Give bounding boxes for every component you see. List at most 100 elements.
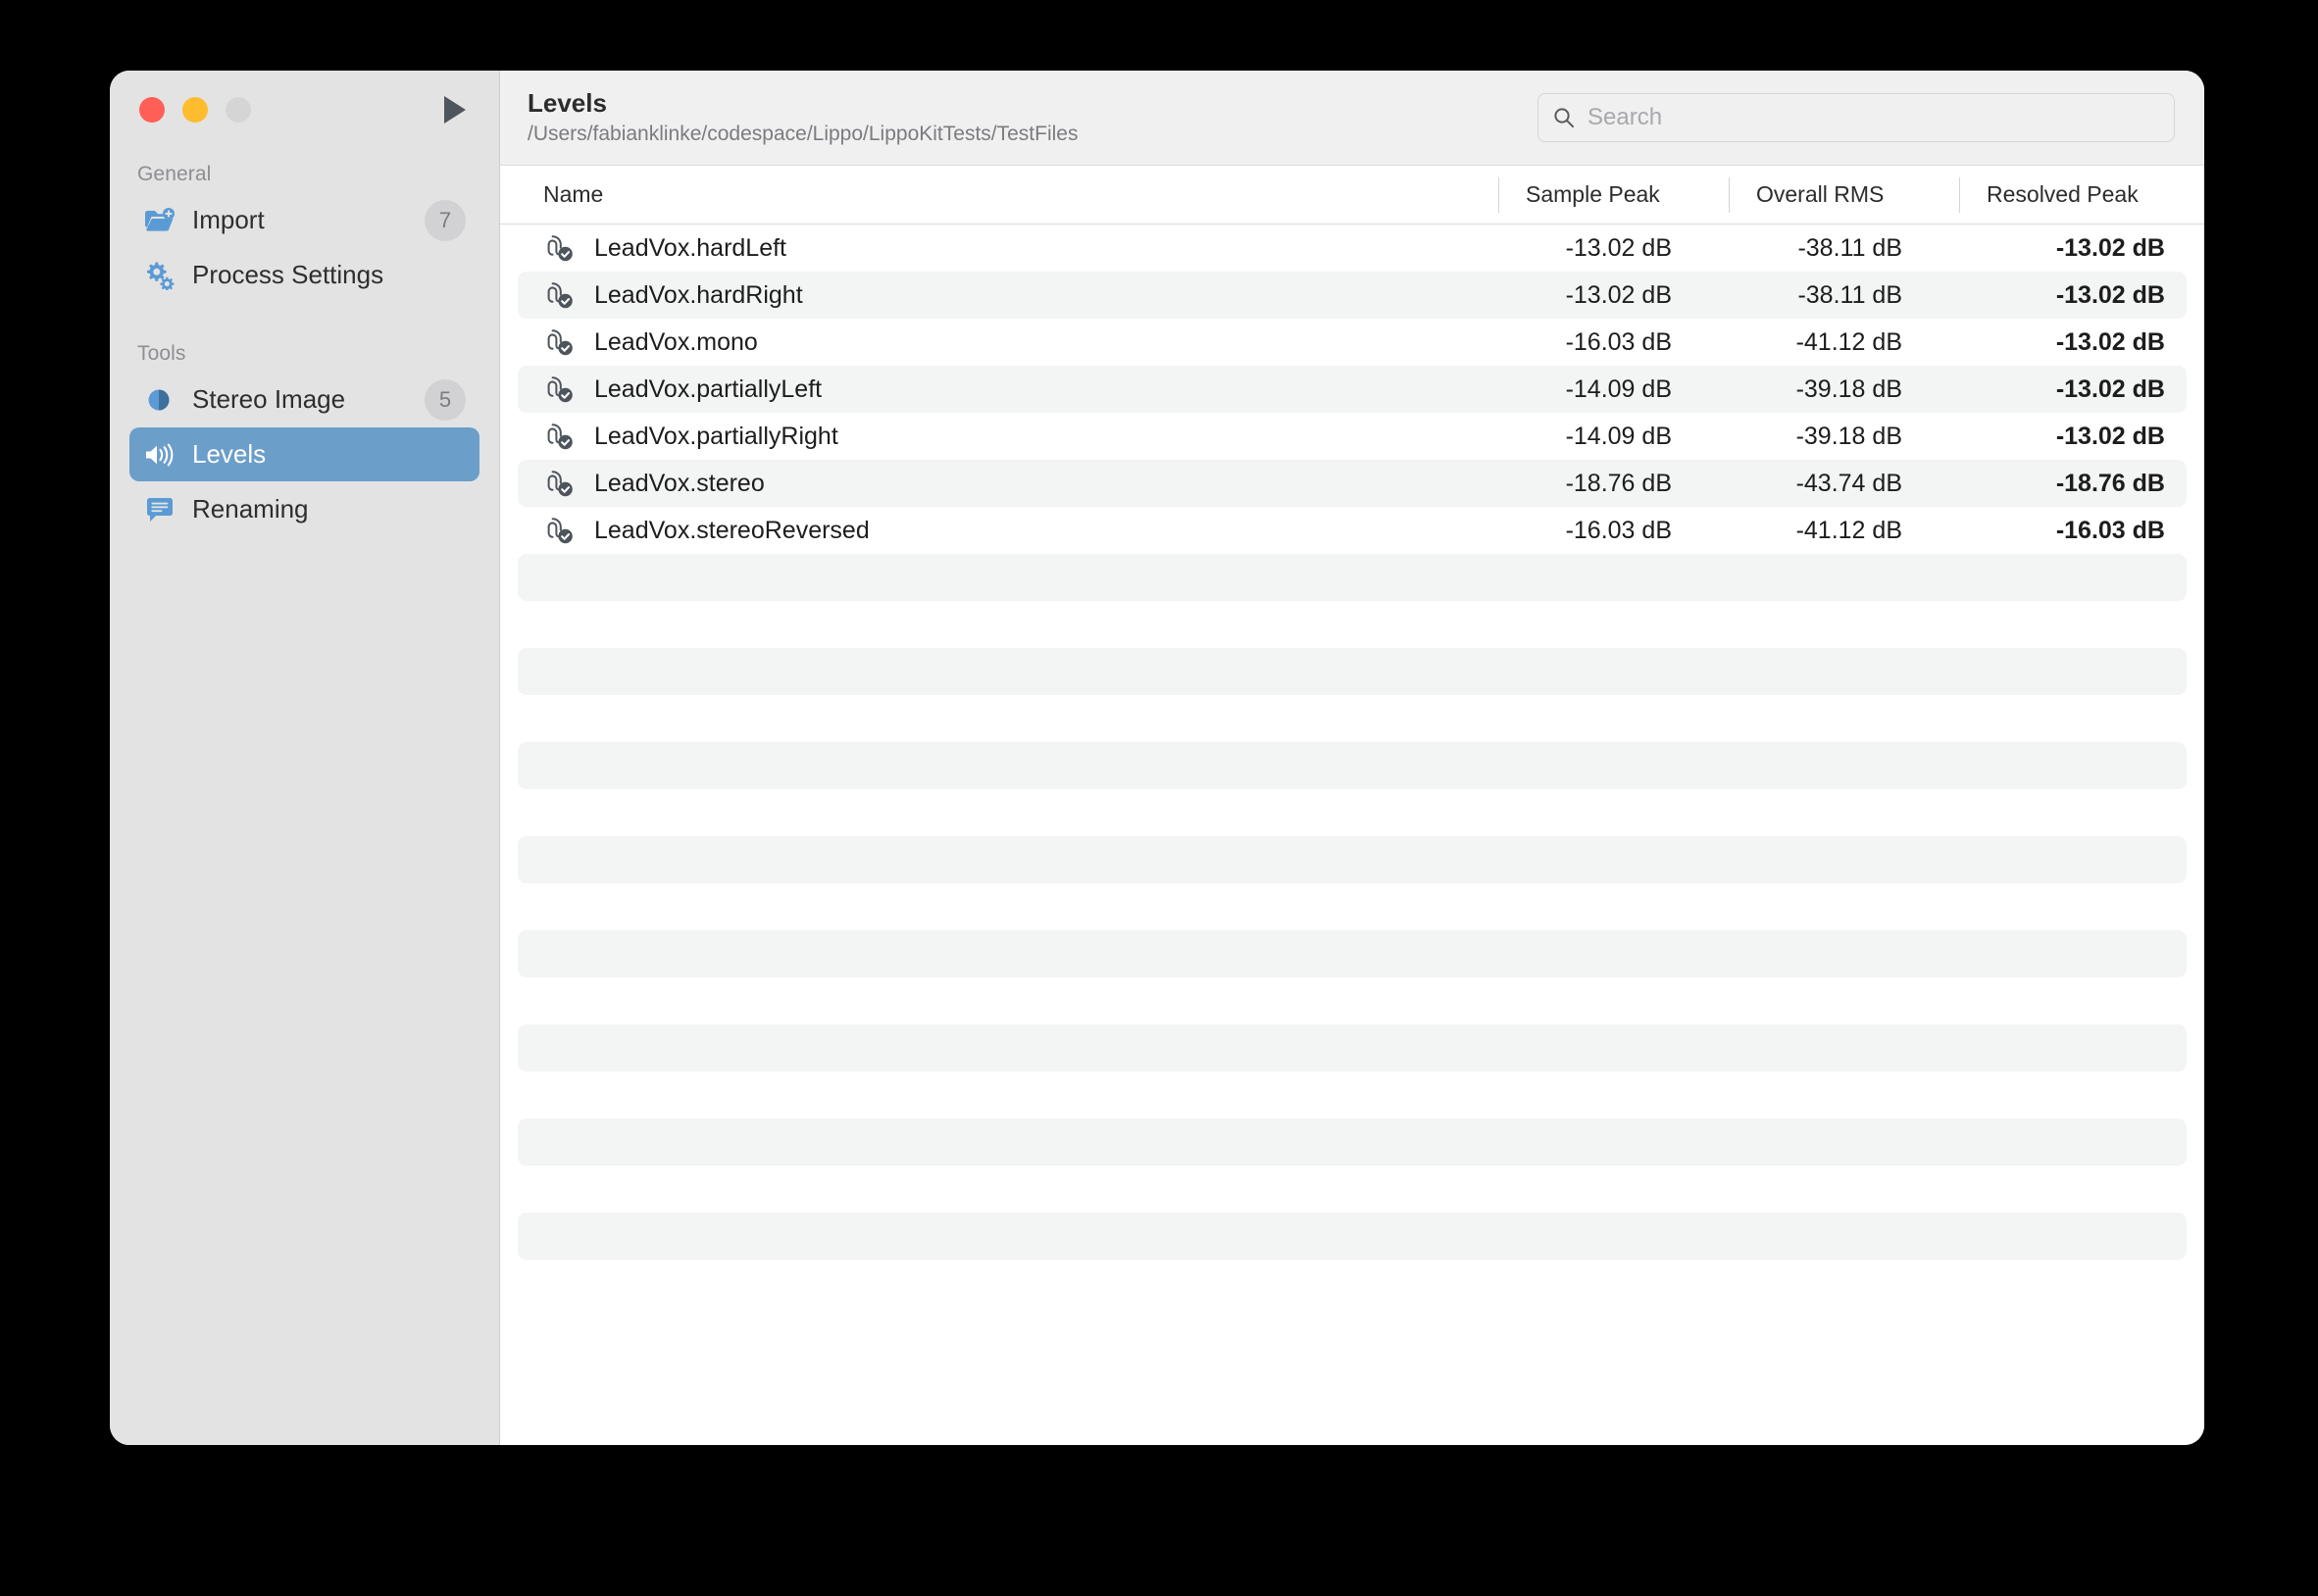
speaker-waves-icon [143,439,176,471]
column-header-overall-rms[interactable]: Overall RMS [1729,166,1959,224]
table-row[interactable]: LeadVox.hardLeft -13.02 dB -38.11 dB -13.02… [518,224,2187,272]
traffic-lights [139,97,251,123]
audio-file-checked-icon [543,515,577,546]
sidebar-item-label: Stereo Image [192,384,346,414]
cell-resolved-peak: -13.02 dB [2055,422,2165,450]
cell-resolved-peak: -16.03 dB [2055,516,2165,544]
audio-file-checked-icon [543,279,577,311]
table-row-placeholder [518,1119,2187,1166]
cell-name: LeadVox.hardLeft [529,232,1481,264]
file-name: LeadVox.hardRight [594,280,803,309]
cell-name: LeadVox.partiallyLeft [529,374,1481,405]
table-row[interactable]: LeadVox.partiallyLeft -14.09 dB -39.18 dB -… [518,366,2187,413]
cell-resolved-peak: -13.02 dB [2055,233,2165,262]
table-row-placeholder [518,554,2187,601]
sidebar-item-badge: 7 [425,199,466,241]
sidebar-item-label: Import [192,205,265,234]
table-row-placeholder [518,601,2187,648]
file-name: LeadVox.partiallyLeft [594,374,823,403]
cell-sample-peak: -14.09 dB [1565,374,1672,403]
search-input[interactable] [1587,104,2160,131]
sidebar-item-levels[interactable]: Levels [129,427,479,481]
audio-file-checked-icon [543,468,577,499]
cell-sample-peak: -16.03 dB [1565,327,1672,356]
table-row[interactable]: LeadVox.stereoReversed -16.03 dB -41.12 dB… [518,507,2187,554]
cell-name: LeadVox.mono [529,326,1481,358]
cell-overall-rms: -39.18 dB [1795,374,1902,403]
search-field[interactable] [1537,93,2175,142]
table-row-placeholder [518,1260,2187,1307]
column-header-name[interactable]: Name [512,166,1498,224]
cell-overall-rms: -41.12 dB [1795,516,1902,544]
audio-file-checked-icon [543,232,577,264]
levels-table: Name Sample Peak Overall RMS Resolved Pe… [500,166,2204,1445]
table-row[interactable]: LeadVox.partiallyRight -14.09 dB -39.18 dB… [518,413,2187,460]
sidebar-item-label: Renaming [192,494,309,524]
table-row-placeholder [518,883,2187,930]
table-row-placeholder [518,1213,2187,1260]
sidebar-item-stereo-image[interactable]: Stereo Image 5 [129,373,479,426]
sidebar-item-badge: 5 [425,378,466,421]
text-bubble-icon [143,494,176,525]
audio-file-checked-icon [543,374,577,405]
cell-sample-peak: -14.09 dB [1565,422,1672,450]
play-icon [444,96,466,124]
sidebar-item-label: Levels [192,439,267,469]
cell-overall-rms: -38.11 dB [1797,233,1902,262]
table-row[interactable]: LeadVox.stereo -18.76 dB -43.74 dB -18.76 d… [518,460,2187,507]
table-header-row: Name Sample Peak Overall RMS Resolved Pe… [500,166,2204,224]
window-traffic-bar [110,71,499,149]
file-name: LeadVox.stereo [594,469,765,497]
audio-file-checked-icon [543,326,577,358]
cell-resolved-peak: -18.76 dB [2055,469,2165,497]
cell-resolved-peak: -13.02 dB [2055,374,2165,403]
sidebar-item-label: Process Settings [192,260,384,289]
cell-name: LeadVox.stereoReversed [529,515,1481,546]
toolbar: Levels /Users/fabianklinke/codespace/Lip… [500,71,2204,166]
cell-overall-rms: -39.18 dB [1795,422,1902,450]
table-row-placeholder [518,1072,2187,1119]
column-header-resolved-peak[interactable]: Resolved Peak [1959,166,2204,224]
table-row-placeholder [518,742,2187,789]
table-row[interactable]: LeadVox.hardRight -13.02 dB -38.11 dB -13.0… [518,272,2187,319]
cell-sample-peak: -13.02 dB [1565,233,1672,262]
play-button[interactable] [438,93,472,126]
cell-sample-peak: -16.03 dB [1565,516,1672,544]
sidebar-item-import[interactable]: Import 7 [129,193,479,247]
table-row[interactable]: LeadVox.mono -16.03 dB -41.12 dB -13.02 dB [518,319,2187,366]
page-title: Levels [528,87,607,118]
app-window: General Import 7 Process Settings Tools … [110,71,2204,1445]
table-body: LeadVox.hardLeft -13.02 dB -38.11 dB -13.02… [500,224,2204,1445]
table-row-placeholder [518,1166,2187,1213]
cell-resolved-peak: -13.02 dB [2055,280,2165,309]
cell-sample-peak: -18.76 dB [1565,469,1672,497]
file-name: LeadVox.stereoReversed [594,516,870,544]
folder-add-icon [143,205,176,236]
folder-path: /Users/fabianklinke/codespace/Lippo/Lipp… [528,123,1079,146]
file-name: LeadVox.partiallyRight [594,422,838,450]
gears-icon [143,260,176,291]
zoom-button[interactable] [226,97,251,123]
cell-name: LeadVox.stereo [529,468,1481,499]
sidebar-section-general-label: General [137,163,212,185]
cell-overall-rms: -43.74 dB [1795,469,1902,497]
audio-file-checked-icon [543,421,577,452]
close-button[interactable] [139,97,165,123]
sidebar-section-tools-label: Tools [137,342,186,365]
cell-overall-rms: -41.12 dB [1795,327,1902,356]
table-row-placeholder [518,836,2187,883]
cell-resolved-peak: -13.02 dB [2055,327,2165,356]
table-row-placeholder [518,1024,2187,1072]
stereo-circle-icon [143,384,176,416]
column-header-sample-peak[interactable]: Sample Peak [1498,166,1729,224]
sidebar: General Import 7 Process Settings Tools … [110,71,500,1445]
table-row-placeholder [518,977,2187,1024]
minimize-button[interactable] [182,97,208,123]
sidebar-item-process-settings[interactable]: Process Settings [129,248,479,302]
table-row-placeholder [518,789,2187,836]
file-name: LeadVox.mono [594,327,758,356]
sidebar-item-renaming[interactable]: Renaming [129,482,479,536]
main-content: Levels /Users/fabianklinke/codespace/Lip… [500,71,2204,1445]
cell-name: LeadVox.hardRight [529,279,1481,311]
table-row-placeholder [518,695,2187,742]
